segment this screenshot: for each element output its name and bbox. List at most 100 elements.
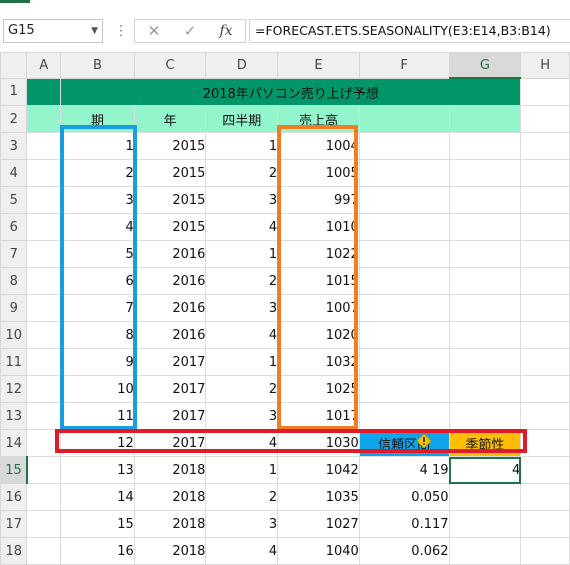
name-box[interactable]: G15 ▼ xyxy=(3,19,103,43)
column-header-g[interactable]: G xyxy=(448,52,522,79)
cell-sales[interactable]: 1015 xyxy=(277,267,360,295)
cell-year[interactable]: 2015 xyxy=(133,132,207,160)
column-header-d[interactable]: D xyxy=(205,52,279,79)
sheet-title[interactable]: 2018年パソコン売り上げ予想 xyxy=(60,77,522,106)
cell-a[interactable] xyxy=(26,240,62,268)
cell-sales[interactable]: 1017 xyxy=(277,402,360,430)
cell-period[interactable]: 9 xyxy=(60,348,135,376)
cell-g[interactable] xyxy=(448,537,522,565)
cell-sales[interactable]: 997 xyxy=(277,186,360,214)
insert-function-button[interactable]: fx xyxy=(211,20,241,42)
cell-sales[interactable]: 1027 xyxy=(277,510,360,538)
cell-year[interactable]: 2016 xyxy=(133,267,207,295)
row-header-16[interactable]: 16 xyxy=(0,483,28,511)
error-warning-icon[interactable] xyxy=(417,434,431,448)
cell-f[interactable] xyxy=(358,159,450,187)
cell-a[interactable] xyxy=(26,483,62,511)
cell-a[interactable] xyxy=(26,132,62,160)
cell-a[interactable] xyxy=(26,510,62,538)
row-header-13[interactable]: 13 xyxy=(0,402,28,430)
cell-sales[interactable]: 1020 xyxy=(277,321,360,349)
cell-year[interactable]: 2017 xyxy=(133,429,207,457)
seasonality-label[interactable]: 季節性 xyxy=(448,429,522,457)
cell-period[interactable]: 12 xyxy=(60,429,135,457)
cell-quarter[interactable]: 3 xyxy=(205,510,279,538)
cell-f[interactable] xyxy=(358,294,450,322)
cell-a[interactable] xyxy=(26,159,62,187)
cell-h[interactable] xyxy=(520,240,570,268)
cell-h[interactable] xyxy=(520,159,570,187)
cell-year[interactable]: 2017 xyxy=(133,375,207,403)
cell-a[interactable] xyxy=(26,537,62,565)
cell-sales[interactable]: 1040 xyxy=(277,537,360,565)
cell-h[interactable] xyxy=(520,537,570,565)
cell-year[interactable]: 2016 xyxy=(133,321,207,349)
column-header-b[interactable]: B xyxy=(60,52,135,79)
row-header-14[interactable]: 14 xyxy=(0,429,28,457)
select-all-corner[interactable] xyxy=(0,52,28,79)
cell-year[interactable]: 2016 xyxy=(133,240,207,268)
cell-quarter[interactable]: 1 xyxy=(205,132,279,160)
column-header-f[interactable]: F xyxy=(358,52,450,79)
formula-input[interactable]: =FORECAST.ETS.SEASONALITY(E3:E14,B3:B14) xyxy=(249,19,570,43)
cell-g[interactable] xyxy=(448,375,522,403)
cell-a[interactable] xyxy=(26,375,62,403)
cell-year[interactable]: 2015 xyxy=(133,159,207,187)
cell-h[interactable] xyxy=(520,348,570,376)
row-header-4[interactable]: 4 xyxy=(0,159,28,187)
cell-h[interactable] xyxy=(520,186,570,214)
cell-h[interactable] xyxy=(520,132,570,160)
header-sales[interactable]: 売上高 xyxy=(277,105,360,133)
cell-a[interactable] xyxy=(26,186,62,214)
cell-period[interactable]: 3 xyxy=(60,186,135,214)
confidence-label[interactable]: 信頼区間 xyxy=(358,429,450,457)
cell-confidence[interactable]: 0.050 xyxy=(358,483,450,511)
cell-sales[interactable]: 1030 xyxy=(277,429,360,457)
cell-confidence[interactable]: 0.117 xyxy=(358,510,450,538)
cell-a2[interactable] xyxy=(26,105,62,133)
cell-a[interactable] xyxy=(26,402,62,430)
cell-g[interactable] xyxy=(448,132,522,160)
cell-f[interactable] xyxy=(358,348,450,376)
cell-sales[interactable]: 1010 xyxy=(277,213,360,241)
cell-a[interactable] xyxy=(26,429,62,457)
cell-f[interactable] xyxy=(358,267,450,295)
cell-g[interactable] xyxy=(448,294,522,322)
cell-quarter[interactable]: 2 xyxy=(205,159,279,187)
cell-a1[interactable] xyxy=(26,77,62,106)
cell-period[interactable]: 5 xyxy=(60,240,135,268)
cell-quarter[interactable]: 3 xyxy=(205,294,279,322)
cell-h[interactable] xyxy=(520,456,570,484)
cell-h[interactable] xyxy=(520,402,570,430)
cell-quarter[interactable]: 4 xyxy=(205,321,279,349)
cell-period[interactable]: 2 xyxy=(60,159,135,187)
row-header-18[interactable]: 18 xyxy=(0,537,28,565)
cell-sales[interactable]: 1022 xyxy=(277,240,360,268)
cell-f[interactable] xyxy=(358,402,450,430)
cell-a[interactable] xyxy=(26,294,62,322)
cell-a[interactable] xyxy=(26,456,62,484)
cell-sales[interactable]: 1025 xyxy=(277,375,360,403)
cell-year[interactable]: 2016 xyxy=(133,294,207,322)
cell-year[interactable]: 2018 xyxy=(133,483,207,511)
cell-g[interactable] xyxy=(448,348,522,376)
cell-quarter[interactable]: 4 xyxy=(205,213,279,241)
row-header-10[interactable]: 10 xyxy=(0,321,28,349)
cell-g2[interactable] xyxy=(448,105,522,133)
cell-h2[interactable] xyxy=(520,105,570,133)
cell-quarter[interactable]: 2 xyxy=(205,375,279,403)
cell-f[interactable] xyxy=(358,132,450,160)
cell-g[interactable] xyxy=(448,186,522,214)
cell-f[interactable] xyxy=(358,321,450,349)
cell-h[interactable] xyxy=(520,294,570,322)
cell-g[interactable] xyxy=(448,321,522,349)
cell-year[interactable]: 2017 xyxy=(133,348,207,376)
cell-g[interactable] xyxy=(448,240,522,268)
cell-h[interactable] xyxy=(520,375,570,403)
cell-sales[interactable]: 1004 xyxy=(277,132,360,160)
cell-period[interactable]: 13 xyxy=(60,456,135,484)
cell-sales[interactable]: 1007 xyxy=(277,294,360,322)
cell-quarter[interactable]: 4 xyxy=(205,429,279,457)
cell-f[interactable] xyxy=(358,240,450,268)
cell-quarter[interactable]: 3 xyxy=(205,402,279,430)
